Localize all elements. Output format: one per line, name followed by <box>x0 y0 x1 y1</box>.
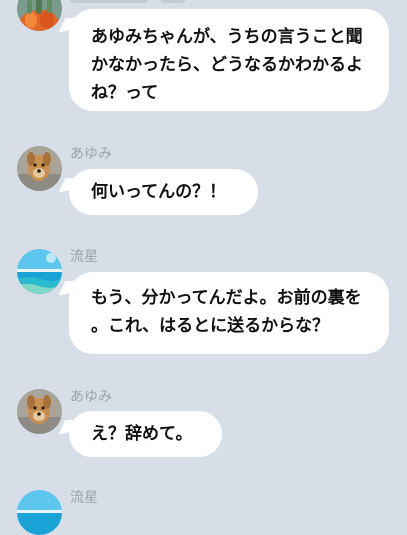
dog-avatar-icon <box>17 389 62 434</box>
sender-name-placeholder <box>160 0 186 3</box>
sender-avatar[interactable] <box>17 490 62 535</box>
message-text: あゆみちゃんが、うちの言うこと聞 <box>91 27 363 47</box>
sender-name: 流星 <box>70 490 98 506</box>
ocean-avatar-icon <box>17 490 62 535</box>
orange-cactus-avatar-icon <box>17 0 62 31</box>
sender-avatar[interactable] <box>17 249 62 294</box>
message-text: え？辞めて。 <box>91 424 193 444</box>
dog-avatar-icon <box>17 146 62 191</box>
ocean-avatar-icon <box>17 249 62 294</box>
chat-thread[interactable]: あゆみちゃんが、うちの言うこと聞 かなかったら、どうなるかわかるよ ね？って あ… <box>0 0 407 535</box>
message-bubble[interactable]: え？辞めて。 <box>69 411 222 457</box>
message-bubble[interactable]: あゆみちゃんが、うちの言うこと聞 かなかったら、どうなるかわかるよ ね？って <box>69 9 389 111</box>
sender-name: 流星 <box>70 249 98 265</box>
sender-name: あゆみ <box>70 389 112 405</box>
sender-name: あゆみ <box>70 146 112 162</box>
sender-avatar[interactable] <box>17 146 62 191</box>
message-text: ね？って <box>91 83 159 103</box>
sender-avatar[interactable] <box>17 0 62 31</box>
message-text: もう、分かってんだよ。お前の裏を <box>91 288 362 308</box>
message-bubble[interactable]: 何いってんの？！ <box>69 169 258 215</box>
message-text: かなかったら、どうなるかわかるよ <box>91 55 363 75</box>
message-text: 。これ、はるとに送るからな？ <box>91 316 330 336</box>
message-text: 何いってんの？！ <box>91 182 227 202</box>
message-bubble[interactable]: もう、分かってんだよ。お前の裏を 。これ、はるとに送るからな？ <box>69 272 389 354</box>
sender-avatar[interactable] <box>17 389 62 434</box>
sender-name-placeholder <box>70 0 148 3</box>
